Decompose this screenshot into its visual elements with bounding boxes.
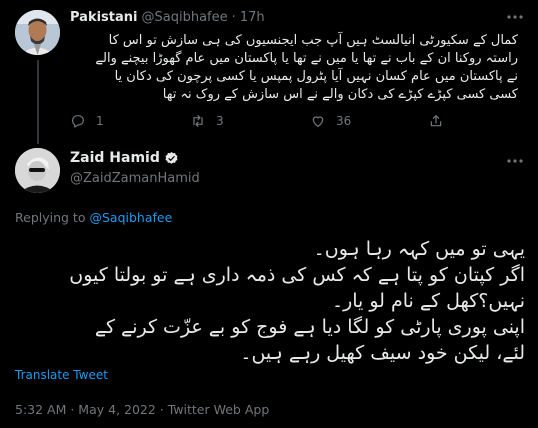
replying-to-link[interactable]: @Saqibhafee	[89, 210, 172, 225]
parent-tweet-text: کمال کے سکیورٹی انیالسٹ ہیں آپ جب ایجنسی…	[70, 32, 518, 104]
parent-tweet[interactable]: Pakistani @Saqibhafee · 17h کمال کے سکیورٹ…	[0, 0, 538, 144]
author-handle[interactable]: @Saqibhafee	[142, 10, 228, 25]
thread-line	[37, 60, 39, 144]
parent-tweet-header: Pakistani @Saqibhafee · 17h	[70, 10, 265, 25]
tweet-text-line: نے پاکستان میں عام کسان نہیں آیا پٹرول پ…	[114, 69, 518, 84]
tweet-text-line: لئے، لیکن خود سیف کھیل رہے ہیں۔	[240, 342, 525, 364]
tweet-text-line: کمال کے سکیورٹی انیالسٹ ہیں آپ جب ایجنسی…	[108, 33, 518, 48]
author-name[interactable]: Pakistani	[70, 10, 138, 25]
tweet-text-line: راستہ روکنا ان کے باب نے تھا یا میں نے ت…	[95, 51, 518, 66]
replying-to: Replying to @Saqibhafee	[15, 210, 172, 225]
like-count: 36	[336, 114, 352, 128]
tweet-text-line: اپنی پوری پارٹی کو لگا دیا ہے فوج کو بے …	[94, 316, 525, 338]
retweet-count: 3	[216, 114, 224, 128]
tweet-timestamp[interactable]: 5:32 AM · May 4, 2022 · Twitter Web App	[15, 402, 269, 417]
more-icon[interactable]	[506, 152, 524, 174]
translate-tweet-link[interactable]: Translate Tweet	[15, 368, 108, 382]
reply-icon	[72, 115, 84, 128]
more-icon[interactable]	[506, 8, 524, 30]
reply-button[interactable]: 1	[70, 113, 104, 129]
author-name-text: Zaid Hamid	[70, 150, 160, 166]
tweet-text-line: کسی کسی کپڑے کپڑے کی دکان والے نے اس ساز…	[162, 87, 518, 102]
tweet-time[interactable]: · 17h	[232, 10, 265, 25]
tweet-text-line: نہیں؟کھل کے نام لو یار۔	[331, 290, 525, 312]
tweet-text-line: یہی تو میں کہہ رہا ہوں۔	[313, 238, 525, 260]
tweet-thread: Pakistani @Saqibhafee · 17h کمال کے سکیورٹ…	[0, 0, 538, 428]
main-tweet-text: یہی تو میں کہہ رہا ہوں۔ اگر کپتان کو پتا…	[15, 236, 525, 366]
share-icon	[430, 115, 442, 127]
tweet-text-line: اگر کپتان کو پتا ہے کہ کس کی ذمہ داری ہے…	[69, 264, 525, 286]
replying-prefix: Replying to	[15, 210, 86, 225]
retweet-icon	[193, 115, 203, 127]
reply-count: 1	[96, 114, 104, 128]
author-handle[interactable]: @ZaidZamanHamid	[70, 171, 200, 186]
like-button[interactable]: 36	[310, 113, 351, 129]
tweet-actions: 1 3 36	[70, 113, 518, 133]
like-icon	[312, 116, 324, 127]
share-button[interactable]	[428, 113, 454, 129]
retweet-button[interactable]: 3	[190, 113, 224, 129]
avatar[interactable]	[15, 148, 60, 193]
author-name[interactable]: Zaid Hamid	[70, 150, 179, 166]
avatar[interactable]	[15, 10, 60, 55]
verified-badge-icon	[165, 151, 178, 164]
